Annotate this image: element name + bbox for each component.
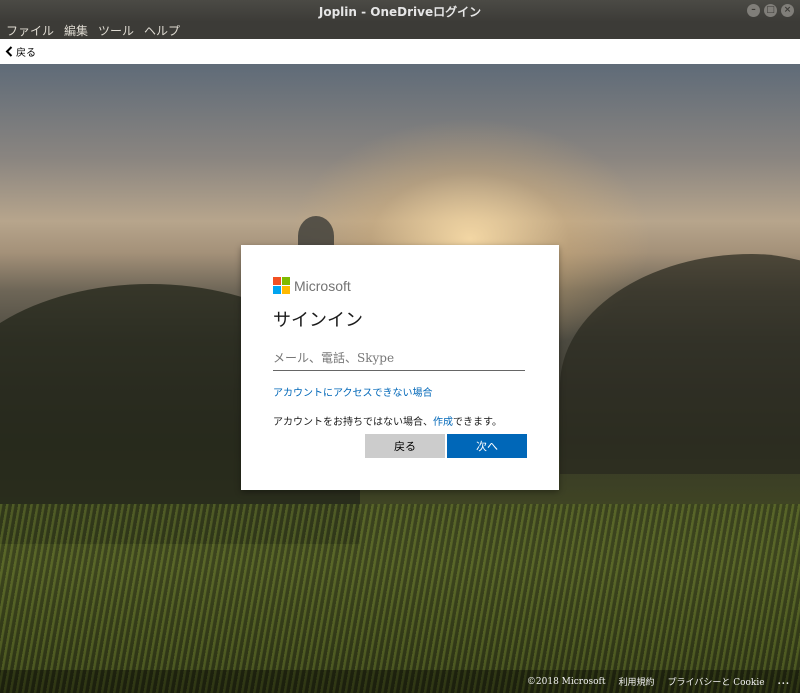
no-account-prefix: アカウントをお持ちではない場合、: [273, 417, 433, 428]
nav-bar: 戻る: [0, 39, 800, 64]
microsoft-logo: Microsoft: [273, 277, 527, 294]
cant-access-link[interactable]: アカウントにアクセスできない場合: [273, 384, 527, 399]
microsoft-logo-icon: [273, 277, 290, 294]
button-row: 戻る 次へ: [365, 434, 527, 458]
footer: ©2018 Microsoft 利用規約 プライバシーと Cookie ...: [0, 670, 800, 693]
page-title: サインイン: [273, 310, 363, 331]
no-account-suffix: できます。: [453, 417, 502, 428]
window-title: Joplin - OneDriveログイン: [318, 4, 482, 19]
terms-link[interactable]: 利用規約: [619, 675, 655, 688]
menu-file[interactable]: ファイル: [6, 22, 54, 39]
grass-foreground: [0, 504, 800, 693]
window-controls: – □ ×: [747, 4, 794, 17]
menu-tools[interactable]: ツール: [98, 22, 134, 39]
menu-help[interactable]: ヘルプ: [144, 22, 180, 39]
signin-card: Microsoft サインイン アカウントにアクセスできない場合 アカウントをお…: [241, 245, 559, 490]
back-link[interactable]: 戻る: [5, 44, 36, 59]
next-button[interactable]: 次へ: [447, 434, 527, 458]
no-account-text: アカウントをお持ちではない場合、作成できます。: [273, 413, 527, 428]
close-icon[interactable]: ×: [781, 4, 794, 17]
create-account-link[interactable]: 作成: [433, 417, 453, 428]
logo-square-blue: [273, 286, 281, 294]
more-options-icon[interactable]: ...: [778, 677, 790, 687]
logo-square-red: [273, 277, 281, 285]
maximize-icon[interactable]: □: [764, 4, 777, 17]
minimize-icon[interactable]: –: [747, 4, 760, 17]
copyright-text: ©2018 Microsoft: [526, 676, 606, 687]
right-hill: [560, 254, 800, 474]
window-titlebar: Joplin - OneDriveログイン – □ ×: [0, 0, 800, 22]
privacy-link[interactable]: プライバシーと Cookie: [668, 675, 765, 688]
email-field[interactable]: [273, 346, 525, 371]
chevron-left-icon: [5, 46, 13, 57]
back-link-label: 戻る: [16, 48, 36, 59]
logo-square-green: [282, 277, 290, 285]
menu-edit[interactable]: 編集: [64, 22, 88, 39]
brand-name: Microsoft: [294, 277, 351, 294]
menu-bar: ファイル 編集 ツール ヘルプ: [0, 22, 800, 39]
back-button[interactable]: 戻る: [365, 434, 445, 458]
logo-square-yellow: [282, 286, 290, 294]
